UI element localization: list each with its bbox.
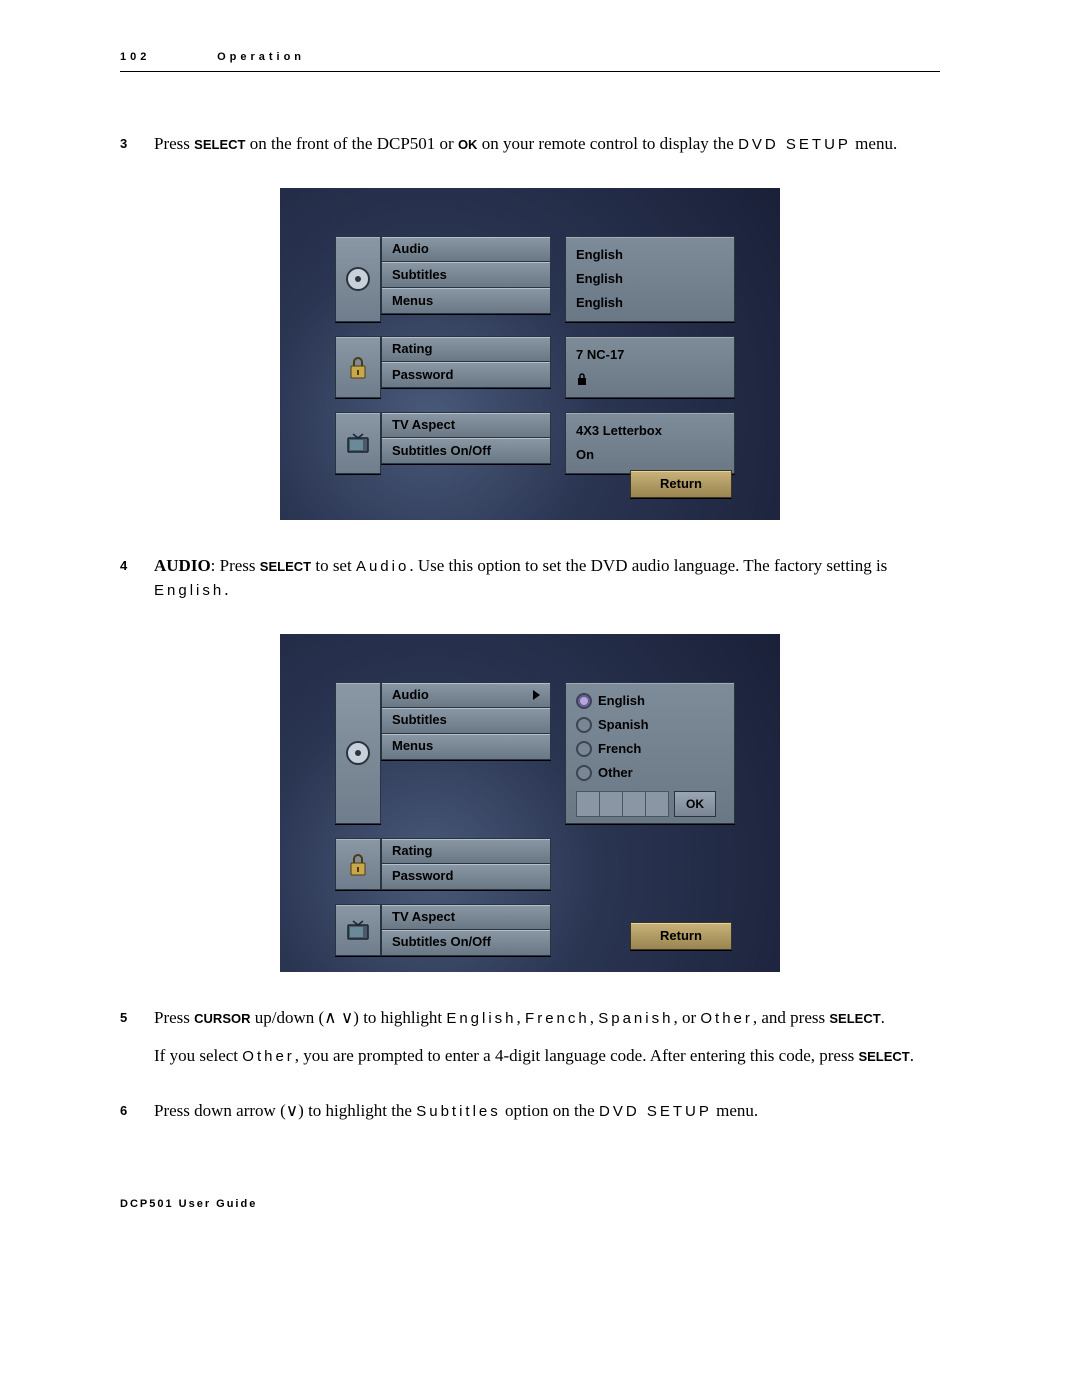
radio-selected-icon	[576, 693, 592, 709]
option-english[interactable]: English	[576, 689, 724, 713]
code-digit[interactable]	[576, 791, 600, 817]
menu-subtitles[interactable]: Subtitles	[381, 708, 551, 734]
step-body: Press down arrow (∨) to highlight the Su…	[154, 1099, 940, 1137]
menu-tvaspect[interactable]: TV Aspect	[381, 904, 551, 930]
group-parental: Rating Password 7 NC-17	[335, 336, 780, 398]
return-button[interactable]: Return	[630, 470, 732, 498]
menu-subs-onoff[interactable]: Subtitles On/Off	[381, 930, 551, 956]
section-title: Operation	[217, 51, 305, 63]
step-6: 6 Press down arrow (∨) to highlight the …	[120, 1099, 940, 1137]
value-subtitles: English	[576, 267, 724, 291]
step-number: 4	[120, 554, 154, 616]
step-number: 6	[120, 1099, 154, 1137]
step-body: AUDIO: Press SELECT to set Audio. Use th…	[154, 554, 940, 616]
step-4: 4 AUDIO: Press SELECT to set Audio. Use …	[120, 554, 940, 616]
ok-button[interactable]: OK	[674, 791, 716, 817]
value-menus: English	[576, 291, 724, 315]
menu-tvaspect[interactable]: TV Aspect	[381, 412, 551, 438]
lock-icon	[335, 336, 381, 398]
page-number: 102	[120, 50, 210, 65]
value-rating: 7 NC-17	[576, 343, 724, 367]
radio-icon	[576, 765, 592, 781]
menu-password[interactable]: Password	[381, 864, 551, 890]
return-button[interactable]: Return	[630, 922, 732, 950]
page-footer: DCP501 User Guide	[120, 1197, 940, 1212]
lock-icon	[335, 838, 381, 890]
code-entry: OK	[576, 791, 724, 817]
tv-icon	[335, 904, 381, 956]
step-body: Press SELECT on the front of the DCP501 …	[154, 132, 940, 170]
option-other[interactable]: Other	[576, 761, 724, 785]
step-3: 3 Press SELECT on the front of the DCP50…	[120, 132, 940, 170]
option-french[interactable]: French	[576, 737, 724, 761]
value-password	[576, 367, 724, 391]
option-spanish[interactable]: Spanish	[576, 713, 724, 737]
value-audio: English	[576, 243, 724, 267]
disc-icon	[335, 236, 381, 322]
code-digit[interactable]	[645, 791, 669, 817]
tv-icon	[335, 412, 381, 474]
dvd-setup-screenshot-2: Audio Subtitles Menus English Spanish Fr…	[280, 634, 780, 972]
value-tvaspect: 4X3 Letterbox	[576, 419, 724, 443]
step-5: 5 Press CURSOR up/down (∧ ∨) to highligh…	[120, 1006, 940, 1082]
code-digit[interactable]	[599, 791, 623, 817]
value-subs-onoff: On	[576, 443, 724, 467]
group-language: Audio Subtitles Menus English Spanish Fr…	[335, 682, 780, 824]
radio-icon	[576, 717, 592, 733]
menu-menus[interactable]: Menus	[381, 734, 551, 760]
small-lock-icon	[576, 372, 588, 386]
radio-icon	[576, 741, 592, 757]
group-language: Audio Subtitles Menus English English En…	[335, 236, 780, 322]
code-digit[interactable]	[622, 791, 646, 817]
disc-icon	[335, 682, 381, 824]
menu-subs-onoff[interactable]: Subtitles On/Off	[381, 438, 551, 464]
dvd-setup-screenshot-1: Audio Subtitles Menus English English En…	[280, 188, 780, 520]
step-number: 5	[120, 1006, 154, 1082]
menu-menus[interactable]: Menus	[381, 288, 551, 314]
group-display: TV Aspect Subtitles On/Off 4X3 Letterbox…	[335, 412, 780, 474]
menu-rating[interactable]: Rating	[381, 336, 551, 362]
step-number: 3	[120, 132, 154, 170]
menu-password[interactable]: Password	[381, 362, 551, 388]
menu-audio[interactable]: Audio	[381, 236, 551, 262]
chevron-right-icon	[533, 690, 540, 700]
menu-subtitles[interactable]: Subtitles	[381, 262, 551, 288]
step-body: Press CURSOR up/down (∧ ∨) to highlight …	[154, 1006, 940, 1082]
manual-page: 102 Operation 3 Press SELECT on the fron…	[0, 0, 1080, 1273]
page-header: 102 Operation	[120, 50, 940, 72]
menu-audio[interactable]: Audio	[381, 682, 551, 708]
group-parental: Rating Password	[335, 838, 780, 890]
menu-rating[interactable]: Rating	[381, 838, 551, 864]
